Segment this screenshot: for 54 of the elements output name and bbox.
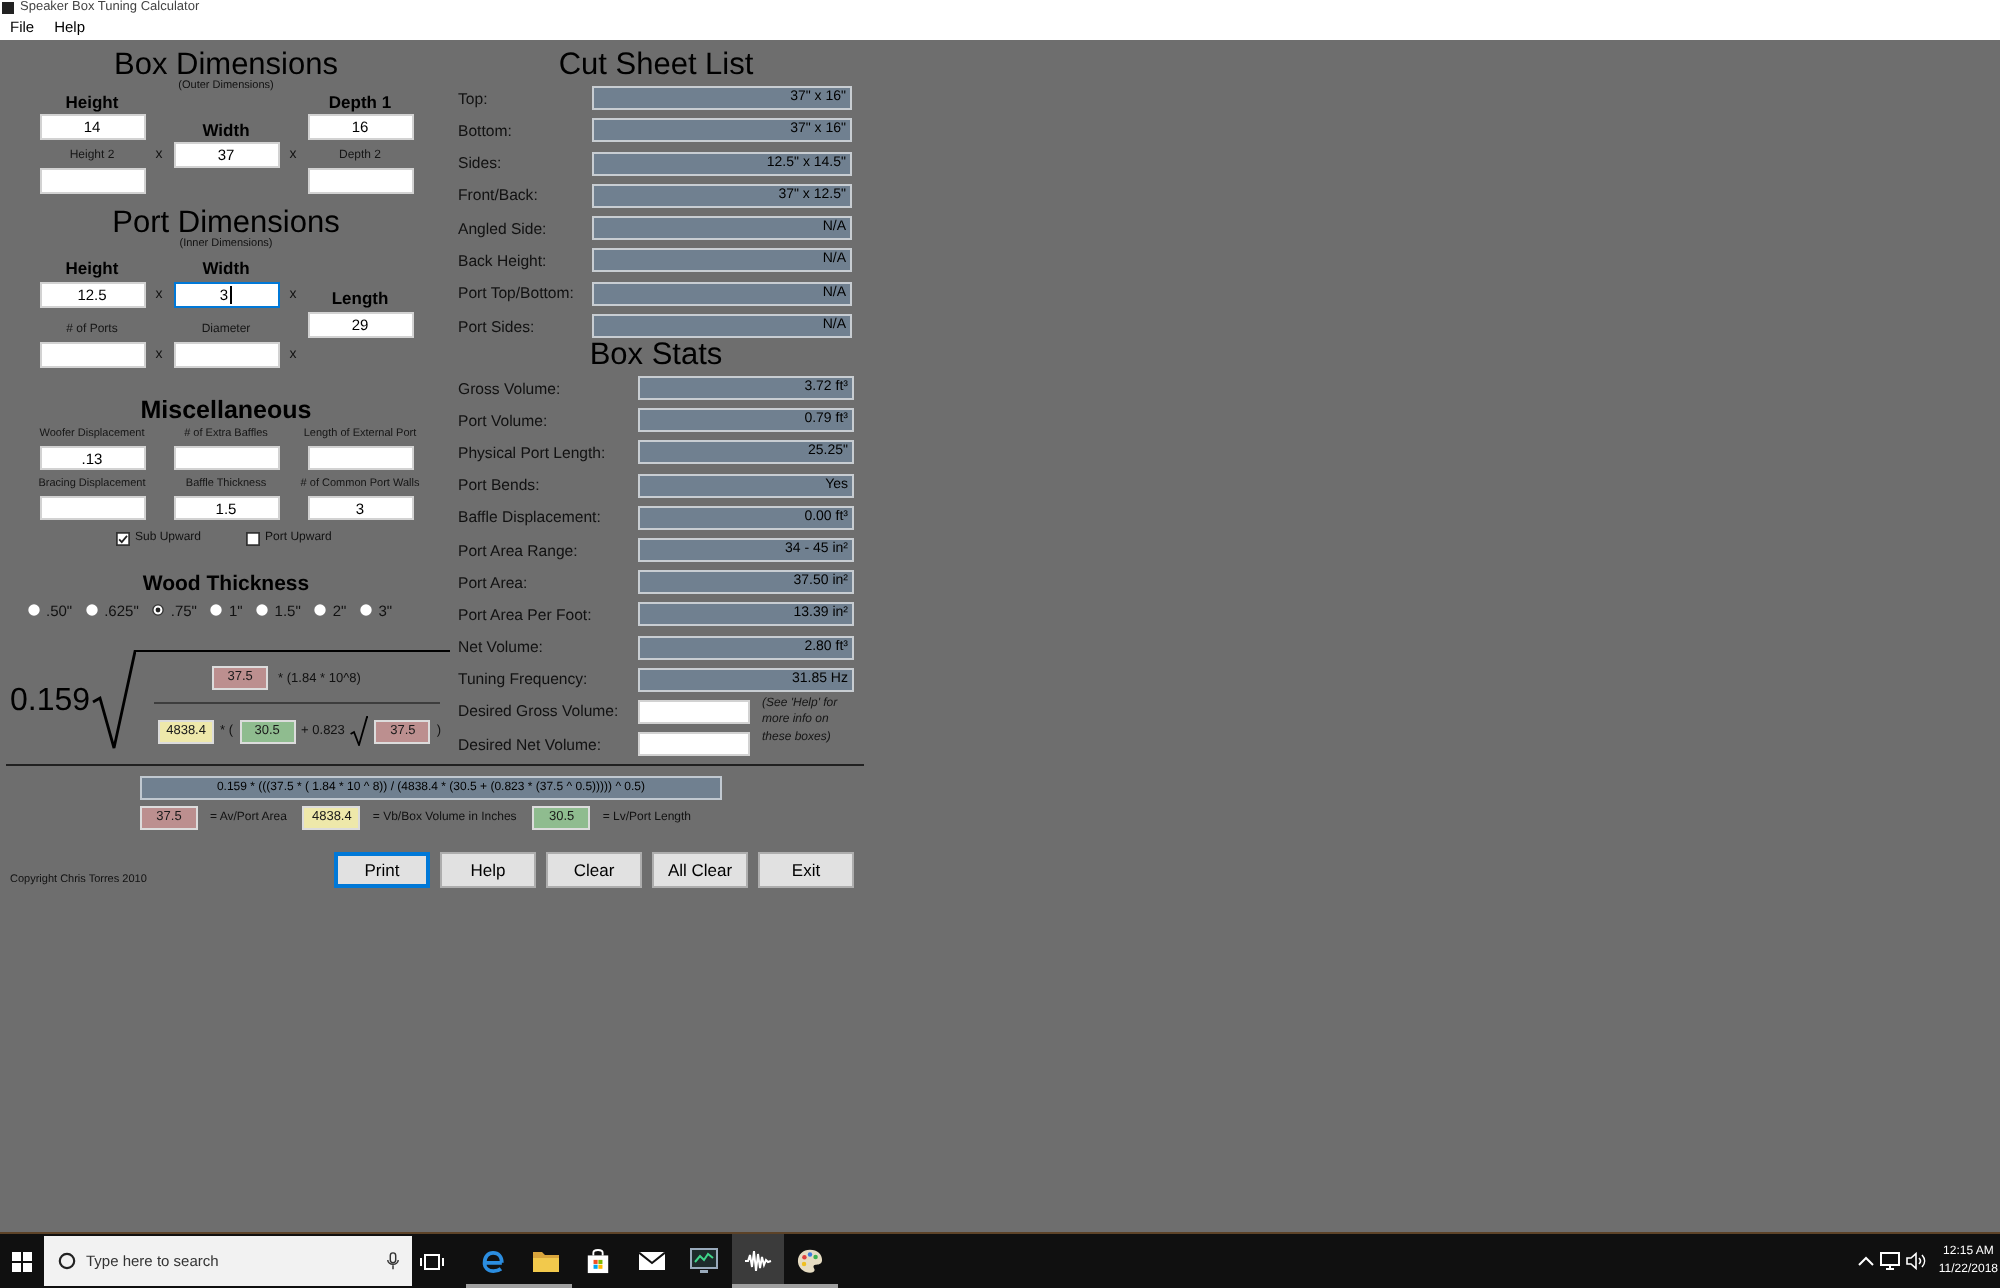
letter-e-icon — [478, 1248, 507, 1274]
task-view-icon[interactable] — [420, 1251, 444, 1271]
section-title: Port Dimensions — [112, 206, 340, 240]
taskbar-button[interactable] — [731, 1234, 784, 1288]
field-label: Height — [65, 258, 119, 278]
command-button[interactable]: Help — [440, 852, 536, 889]
folder-icon — [531, 1248, 560, 1274]
monitor-icon — [690, 1248, 719, 1274]
input-field[interactable] — [39, 168, 145, 194]
input-field[interactable] — [173, 446, 279, 470]
radio-button[interactable] — [86, 604, 99, 616]
section-title: Box Dimensions — [114, 48, 338, 82]
field-label: Length — [331, 288, 389, 308]
radio-button[interactable] — [360, 604, 373, 616]
input-field[interactable] — [39, 496, 145, 520]
radio-button[interactable] — [28, 604, 40, 616]
command-button[interactable]: All Clear — [652, 852, 748, 889]
field-label: Width — [202, 119, 250, 139]
input-field[interactable] — [638, 732, 750, 757]
radio-button[interactable] — [152, 604, 165, 616]
text-cursor-icon — [230, 286, 233, 304]
radio-button[interactable] — [210, 604, 223, 616]
start-icon[interactable] — [12, 1251, 32, 1271]
speaker-icon[interactable] — [1906, 1252, 1927, 1270]
envelope-icon — [637, 1248, 666, 1274]
input-field[interactable] — [173, 342, 279, 368]
radio-button[interactable] — [256, 604, 269, 616]
radio-button[interactable] — [314, 604, 327, 616]
input-field[interactable] — [307, 168, 413, 194]
section-title: Cut Sheet List — [558, 48, 754, 84]
search-icon — [58, 1252, 76, 1270]
field-label: Width — [202, 258, 250, 278]
input-field[interactable] — [39, 342, 145, 368]
checkbox[interactable] — [245, 531, 260, 545]
section-title: Miscellaneous — [140, 396, 312, 424]
palette-icon — [796, 1248, 825, 1274]
square-root-icon — [350, 716, 369, 746]
command-button[interactable]: Exit — [758, 852, 854, 889]
field-label: Height — [65, 92, 119, 112]
command-button[interactable]: Print — [334, 852, 430, 889]
network-icon[interactable] — [1880, 1252, 1901, 1270]
input-field[interactable] — [307, 446, 413, 470]
checkbox[interactable] — [115, 531, 129, 545]
section-title: Box Stats — [589, 338, 723, 375]
waveform-icon — [743, 1248, 772, 1274]
input-field[interactable] — [638, 699, 750, 724]
section-title: Wood Thickness — [142, 570, 310, 598]
microphone-icon[interactable] — [386, 1252, 400, 1270]
chevron-up-icon[interactable] — [1858, 1256, 1875, 1266]
app-icon — [2, 2, 14, 14]
shopping-bag-icon — [584, 1248, 613, 1274]
coefficient-text: 0.159 — [10, 682, 91, 722]
command-button[interactable]: Clear — [546, 852, 642, 889]
field-label: Depth 1 — [328, 92, 392, 112]
